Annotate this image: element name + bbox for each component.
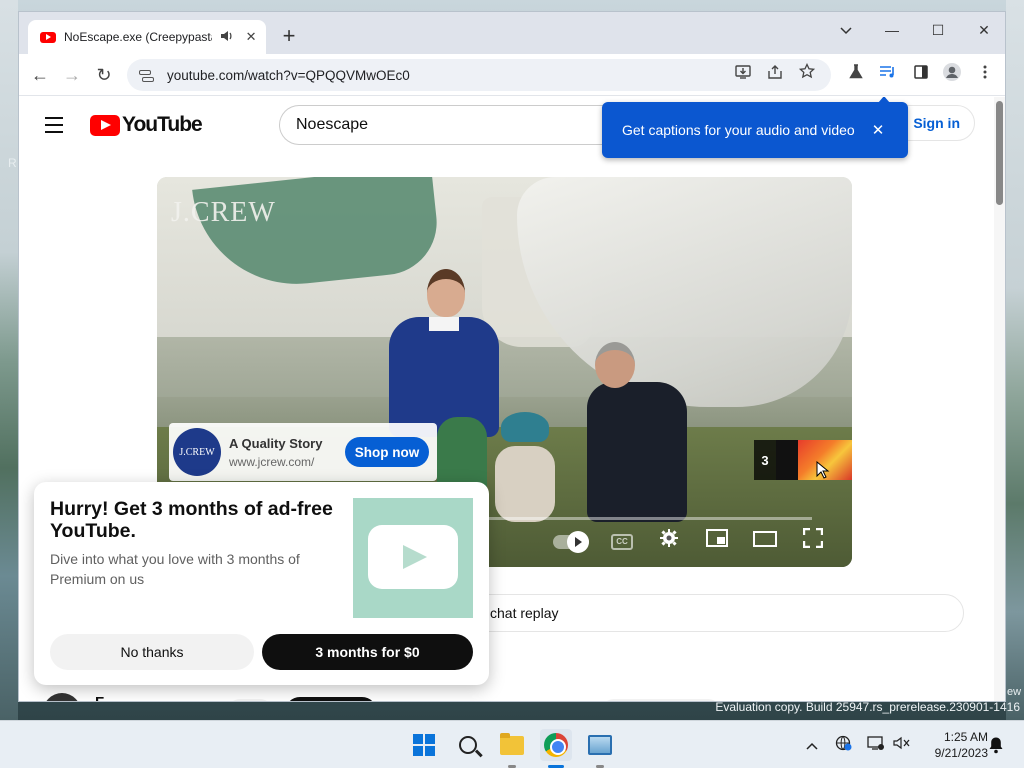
tab-title: NoEscape.exe (Creepypasta xyxy=(64,30,213,44)
skip-ad-preview[interactable] xyxy=(776,440,852,480)
hamburger-menu-icon[interactable] xyxy=(45,117,65,133)
tab-search-button[interactable] xyxy=(826,16,866,44)
search-icon[interactable] xyxy=(452,729,484,761)
volume-muted-icon[interactable] xyxy=(892,735,912,755)
clock-time: 1:25 AM xyxy=(943,730,988,744)
chevron-up-icon[interactable] xyxy=(802,735,822,755)
title-bar: NoEscape.exe (Creepypasta ✕ + — ☐ ✕ xyxy=(19,12,1005,54)
url-text[interactable]: youtube.com/watch?v=QPQQVMwOEc0 xyxy=(167,68,723,83)
labs-flask-icon[interactable] xyxy=(843,62,869,88)
youtube-logo[interactable]: YouTube xyxy=(90,113,203,137)
install-icon[interactable] xyxy=(731,63,755,87)
media-controls-icon[interactable] xyxy=(875,62,901,88)
minimize-button[interactable]: — xyxy=(872,16,912,44)
close-window-button[interactable]: ✕ xyxy=(964,16,1004,44)
close-icon[interactable]: ✕ xyxy=(868,121,888,139)
address-bar[interactable]: youtube.com/watch?v=QPQQVMwOEc0 xyxy=(127,59,831,91)
search-query: Noescape xyxy=(296,116,369,133)
play-button-icon xyxy=(368,525,458,589)
chat-replay-label: chat replay xyxy=(490,605,559,621)
skip-countdown: 3 xyxy=(754,440,776,480)
advertiser-logo: J.CREW xyxy=(173,428,221,476)
youtube-favicon-icon xyxy=(40,31,56,43)
video-person-child-hat xyxy=(495,412,555,522)
system-clock[interactable]: 1:25 AM 9/21/2023 xyxy=(916,729,988,761)
page-scrollbar[interactable] xyxy=(994,97,1005,701)
speaker-icon[interactable] xyxy=(220,30,234,45)
site-info-icon[interactable] xyxy=(139,68,154,82)
ad-overlay-card[interactable]: J.CREW A Quality Story www.jcrew.com/ Sh… xyxy=(169,423,437,481)
ad-title: A Quality Story xyxy=(229,435,323,451)
youtube-logo-text: YouTube xyxy=(122,113,203,136)
promo-subtitle: Dive into what you love with 3 months of… xyxy=(50,551,300,587)
file-explorer-icon[interactable] xyxy=(496,729,528,768)
ad-info: A Quality Story www.jcrew.com/ xyxy=(229,436,345,469)
desktop-edge-text-right: ew xyxy=(1007,686,1022,698)
action-pill[interactable] xyxy=(227,699,273,701)
channel-avatar[interactable] xyxy=(43,693,81,701)
scrollbar-thumb[interactable] xyxy=(996,101,1003,205)
show-chat-replay-button[interactable]: chat replay xyxy=(469,594,964,632)
shop-now-button[interactable]: Shop now xyxy=(345,437,429,467)
taskbar: 1:25 AM 9/21/2023 xyxy=(0,720,1024,768)
share-icon[interactable] xyxy=(763,63,787,87)
photos-icon[interactable] xyxy=(584,729,616,768)
subscribe-button[interactable] xyxy=(285,697,377,701)
close-tab-icon[interactable]: ✕ xyxy=(244,29,258,45)
browser-tab[interactable]: NoEscape.exe (Creepypasta ✕ xyxy=(28,20,266,54)
channel-name[interactable]: F xyxy=(95,694,104,701)
clock-date: 9/21/2023 xyxy=(934,746,988,760)
ad-url: www.jcrew.com/ xyxy=(229,454,315,469)
search-input[interactable]: Noescape xyxy=(279,105,619,145)
maximize-button[interactable]: ☐ xyxy=(918,16,958,44)
captions-promo-bubble: Get captions for your audio and video ✕ xyxy=(602,97,908,158)
no-thanks-button[interactable]: No thanks xyxy=(50,634,254,670)
bookmark-star-icon[interactable] xyxy=(795,62,819,87)
notification-bell-icon[interactable] xyxy=(988,736,1004,754)
sign-in-label: Sign in xyxy=(913,115,960,131)
promo-title: Hurry! Get 3 months of ad-free YouTube. xyxy=(50,498,333,542)
settings-icon[interactable] xyxy=(654,528,684,554)
premium-promo-dialog: Hurry! Get 3 months of ad-free YouTube. … xyxy=(34,482,489,685)
browser-toolbar: ← → ↻ youtube.com/watch?v=QPQQVMwOEc0 xyxy=(19,54,1005,96)
captions-button[interactable]: CC xyxy=(611,534,633,550)
trial-offer-button[interactable]: 3 months for $0 xyxy=(262,634,473,670)
wallpaper-left-edge xyxy=(0,0,18,720)
ad-watermark: J.CREW xyxy=(171,197,276,228)
start-icon[interactable] xyxy=(408,729,440,761)
autoplay-toggle[interactable] xyxy=(553,531,589,553)
new-tab-button[interactable]: + xyxy=(276,24,302,50)
back-button[interactable]: ← xyxy=(27,62,53,88)
network-icon[interactable] xyxy=(834,735,854,755)
side-panel-icon[interactable] xyxy=(908,62,934,88)
evaluation-watermark: Evaluation copy. Build 25947.rs_prerelea… xyxy=(715,700,1020,714)
captions-promo-text: Get captions for your audio and video xyxy=(622,122,855,138)
youtube-play-logo-icon xyxy=(90,114,120,136)
theater-mode-icon[interactable] xyxy=(750,528,780,554)
miniplayer-icon[interactable] xyxy=(702,528,732,554)
fullscreen-icon[interactable] xyxy=(798,527,828,554)
profile-icon[interactable] xyxy=(939,62,965,88)
wallpaper-right-edge xyxy=(1006,0,1024,720)
reload-button[interactable]: ↻ xyxy=(91,62,117,88)
mouse-cursor-icon xyxy=(816,460,830,479)
chrome-icon[interactable] xyxy=(540,729,572,768)
desktop-edge-text-left: R xyxy=(8,156,17,170)
forward-button[interactable]: → xyxy=(59,62,85,88)
display-icon[interactable] xyxy=(866,735,886,755)
promo-illustration xyxy=(353,498,473,618)
menu-icon[interactable] xyxy=(972,62,998,88)
video-person-older-man xyxy=(587,342,687,542)
